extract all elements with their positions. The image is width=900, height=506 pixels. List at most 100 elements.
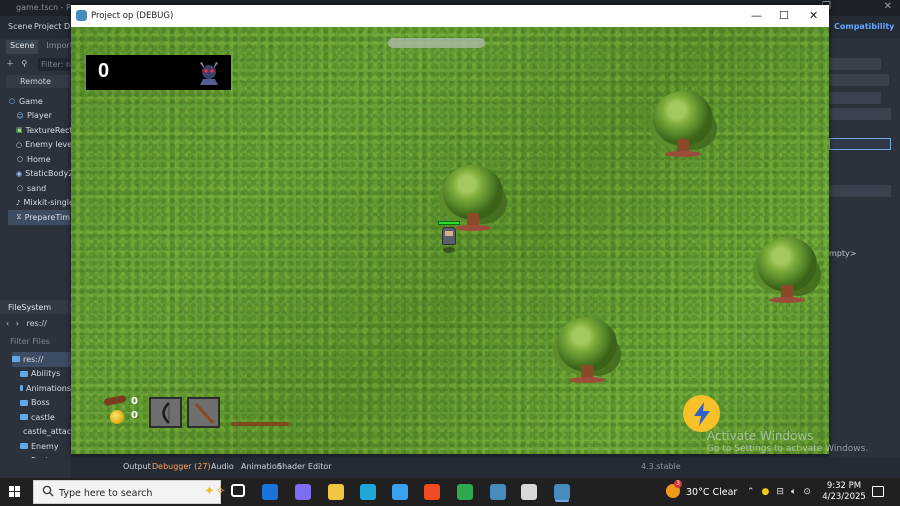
- folder-icon: [20, 370, 28, 377]
- filesystem-folder-row[interactable]: Boss: [12, 396, 71, 411]
- inspector-selected-field[interactable]: [829, 138, 891, 150]
- minimize-button[interactable]: —: [751, 9, 762, 22]
- outlook-icon[interactable]: [262, 484, 278, 500]
- remote-button[interactable]: Remote: [6, 75, 70, 88]
- godot-running-icon[interactable]: [554, 484, 570, 500]
- menu-project[interactable]: Project: [34, 22, 61, 31]
- chevron-up-icon[interactable]: ⌃: [747, 487, 755, 497]
- tree: [653, 91, 713, 161]
- store-icon[interactable]: [392, 484, 408, 500]
- tab-animation[interactable]: Animation: [241, 462, 282, 471]
- inventory-slot-bow[interactable]: [149, 397, 182, 428]
- volume-icon[interactable]: 🔈︎: [791, 487, 796, 497]
- tree: [557, 317, 617, 387]
- node-circle-icon: ○: [16, 140, 23, 149]
- close-button[interactable]: ✕: [809, 9, 818, 22]
- activate-windows-watermark: Activate Windows Go to Settings to activ…: [707, 429, 868, 454]
- gold-coin-icon: [110, 410, 124, 424]
- filesystem-folder-row[interactable]: res://: [12, 352, 71, 367]
- gold-count: 0: [131, 410, 138, 421]
- maximize-button[interactable]: ☐: [779, 9, 789, 22]
- body-icon: ◉: [16, 169, 23, 178]
- tab-audio[interactable]: Audio: [211, 462, 234, 471]
- link-icon[interactable]: ⚲: [22, 59, 28, 68]
- folder-label: res://: [23, 354, 44, 364]
- game-titlebar[interactable]: Project op (DEBUG) — ☐ ✕: [71, 5, 829, 27]
- taskbar-search-box[interactable]: Type here to search ✦✧: [33, 480, 226, 504]
- scene-tree-row[interactable]: ○ Home: [8, 152, 70, 167]
- scene-tree-label: StaticBody2: [25, 169, 74, 179]
- settings-icon[interactable]: [521, 484, 537, 500]
- lightning-icon: [693, 401, 710, 426]
- back-arrow-icon[interactable]: ‹: [6, 319, 9, 328]
- norton-icon[interactable]: ●: [762, 487, 770, 497]
- add-node-icon[interactable]: ＋: [6, 59, 14, 68]
- forward-arrow-icon[interactable]: ›: [16, 319, 19, 328]
- system-tray: ⌃ ● ⊟ 🔈︎ ⊙: [747, 487, 811, 497]
- filesystem-folder-row[interactable]: Animations: [12, 381, 71, 396]
- menu-debug[interactable]: D: [64, 22, 70, 31]
- inspector-field[interactable]: [829, 92, 881, 104]
- task-view-icon[interactable]: [231, 484, 245, 497]
- stick-icon: [194, 402, 215, 424]
- scene-tree-row[interactable]: ○ Game: [8, 94, 70, 109]
- brave-icon[interactable]: [424, 484, 440, 500]
- bottom-panel-tabs: Output Debugger (27) Audio Animation Sha…: [71, 458, 829, 478]
- texture-icon: ▣: [16, 126, 23, 135]
- scene-tree-label: Home: [27, 154, 51, 164]
- language-icon[interactable]: ⊙: [803, 487, 811, 497]
- scene-tree-row[interactable]: ◉ StaticBody2: [8, 167, 74, 182]
- folder-label: Abilitys: [31, 369, 61, 379]
- editor-close-button[interactable]: ✕: [884, 1, 892, 12]
- tab-debugger[interactable]: Debugger (27): [152, 462, 211, 471]
- node-circle-icon: ○: [16, 155, 24, 164]
- scene-tree-row[interactable]: ○ Enemy level: [8, 138, 74, 153]
- renderer-compatibility[interactable]: Compatibility: [834, 22, 894, 31]
- search-placeholder: Type here to search: [59, 488, 153, 499]
- godot-icon[interactable]: [490, 484, 506, 500]
- taskbar-clock[interactable]: 9:32 PM 4/23/2025: [822, 481, 866, 503]
- filesystem-folder-row[interactable]: Abilitys: [12, 367, 71, 382]
- menu-scene[interactable]: Scene: [8, 22, 32, 31]
- scene-tree-row[interactable]: ☺ Player: [8, 109, 70, 124]
- folder-icon: [20, 414, 28, 421]
- wood-log-icon: [103, 394, 127, 407]
- node-circle-icon: ○: [8, 97, 16, 106]
- folder-label: Enemy: [31, 441, 59, 451]
- edge-icon[interactable]: [360, 484, 376, 500]
- folder-label: Boss: [31, 398, 50, 408]
- windows-start-icon[interactable]: [9, 486, 21, 498]
- inspector-search[interactable]: [829, 74, 889, 86]
- filesystem-folder-row[interactable]: castle_attac: [12, 425, 71, 440]
- game-viewport[interactable]: 0 0 0: [71, 27, 829, 454]
- filesystem-path[interactable]: ‹ › res://: [6, 319, 71, 332]
- tab-shader-editor[interactable]: Shader Editor: [277, 462, 332, 471]
- timer-icon: ⧖: [16, 212, 22, 221]
- scene-tree-row[interactable]: ♪ Mixkit-single: [8, 196, 74, 211]
- folder-icon: [12, 356, 20, 363]
- inventory-slot-stick[interactable]: [187, 397, 220, 428]
- stamina-bar: [231, 422, 289, 426]
- filesystem-folder-row[interactable]: castle: [12, 410, 71, 425]
- dash-ability-button[interactable]: [683, 395, 720, 432]
- weather-badge: 3: [674, 480, 682, 488]
- scene-tree-row[interactable]: ○ sand: [8, 181, 70, 196]
- scene-filter-input[interactable]: Filter: na: [38, 58, 71, 71]
- filesystem-folder-row[interactable]: Enemy: [12, 439, 71, 454]
- copilot-icon[interactable]: [295, 484, 311, 500]
- dock-footer-right: [829, 458, 900, 478]
- tab-scene[interactable]: Scene: [6, 40, 39, 54]
- tab-output[interactable]: Output: [123, 462, 151, 471]
- game-window[interactable]: Project op (DEBUG) — ☐ ✕ 0 0 0: [71, 5, 829, 454]
- filesystem-filter-input[interactable]: Filter Files: [10, 337, 50, 346]
- scene-tree-row[interactable]: ▣ TextureRect: [8, 123, 73, 138]
- scene-tree: ○ Game ☺ Player ▣ TextureRect ○ Enemy level ○ Hom…: [8, 94, 74, 225]
- notification-icon[interactable]: [872, 486, 884, 497]
- scene-tree-label: sand: [27, 183, 47, 193]
- godot-icon: [76, 10, 87, 21]
- network-icon[interactable]: ⊟: [776, 487, 784, 497]
- scene-tree-row[interactable]: ⧖ PrepareTim: [8, 210, 70, 225]
- weather-text[interactable]: 30°C Clear: [686, 487, 737, 498]
- chrome-icon[interactable]: [457, 484, 473, 500]
- file-explorer-icon[interactable]: [328, 484, 344, 500]
